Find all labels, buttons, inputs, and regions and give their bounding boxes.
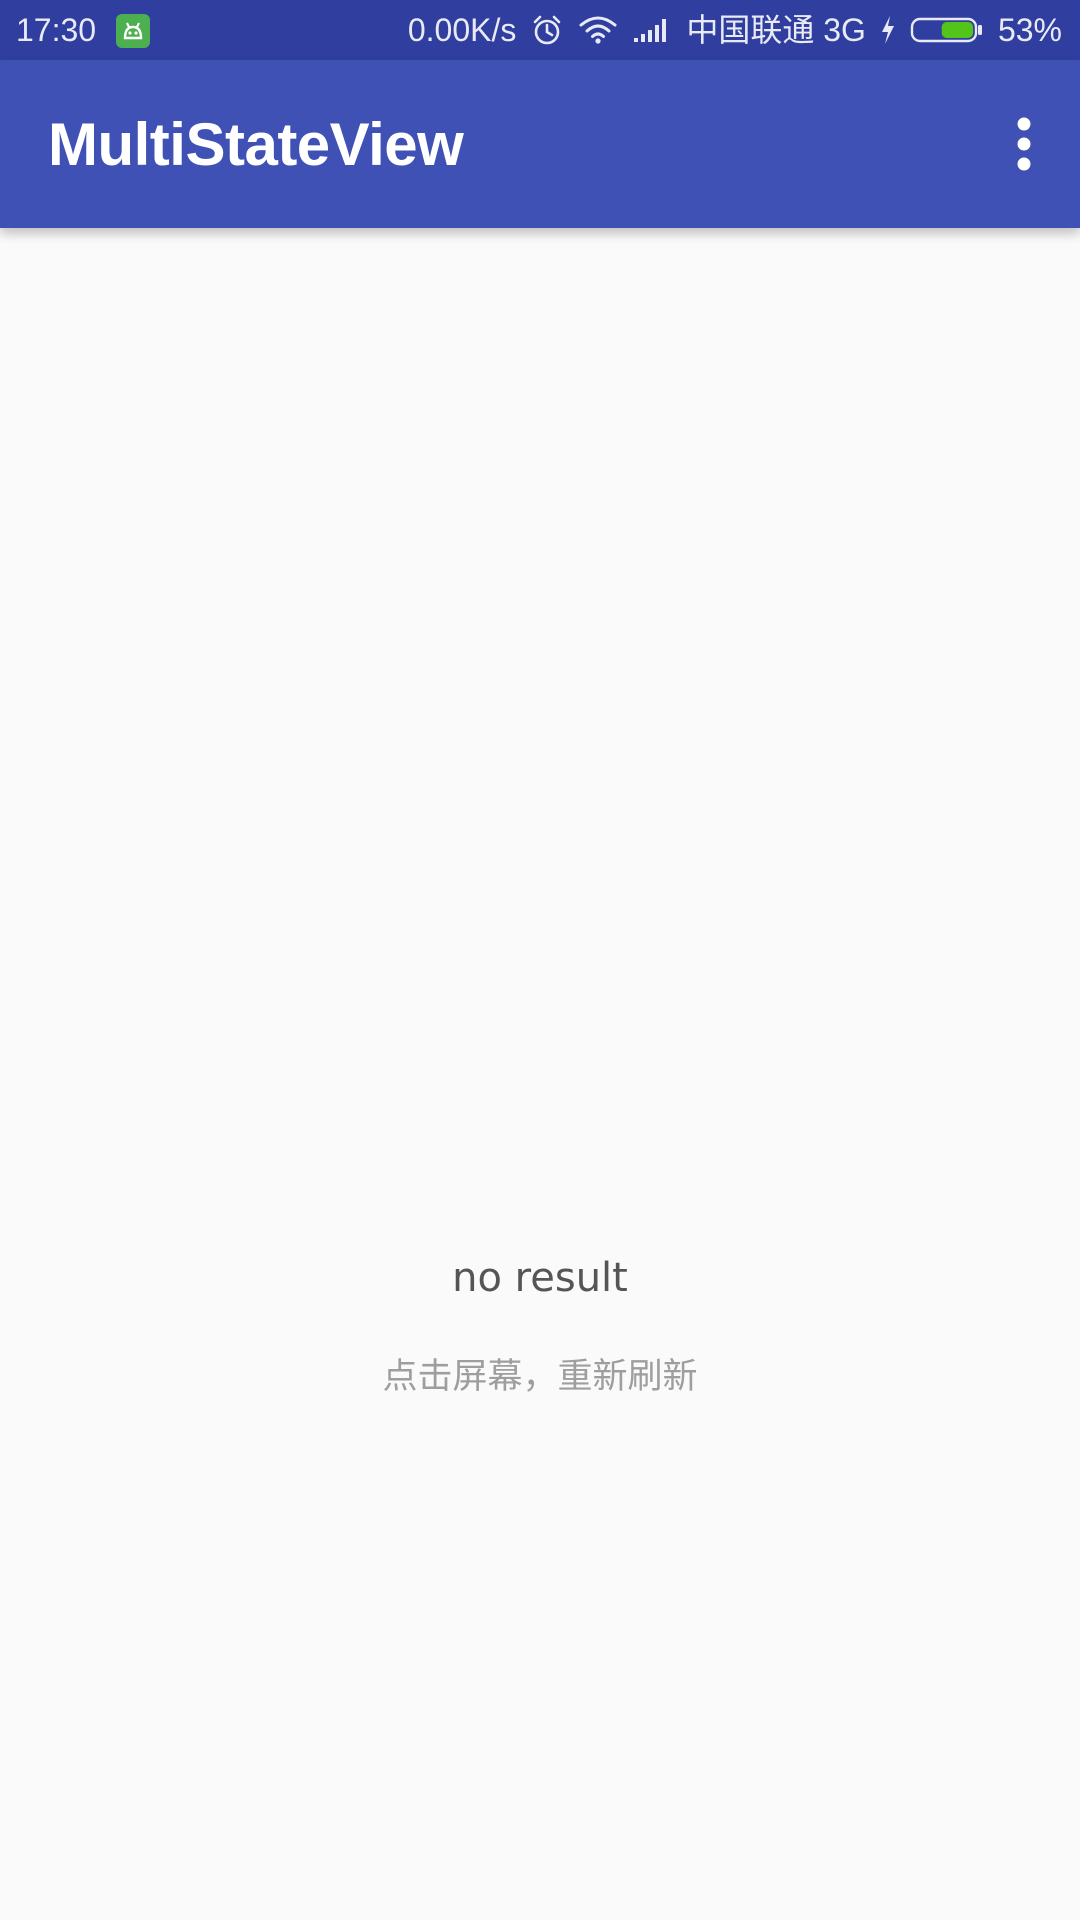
alarm-icon [530, 13, 564, 47]
app-bar: MultiStateView [0, 60, 1080, 228]
more-vert-icon [1017, 117, 1031, 171]
battery-icon [910, 15, 984, 45]
empty-state-view[interactable]: no result 点击屏幕，重新刷新 [0, 228, 1080, 1920]
empty-state-title: no result [452, 1255, 628, 1301]
wifi-icon [578, 14, 618, 46]
android-notification-icon [116, 14, 150, 48]
charging-bolt-icon [880, 15, 896, 45]
status-time: 17:30 [16, 12, 97, 48]
empty-state-hint: 点击屏幕，重新刷新 [382, 1357, 698, 1397]
signal-icon [632, 16, 672, 44]
status-bar: 17:30 0.00K/s 中国联通 3G 53% [0, 0, 1080, 60]
overflow-menu-button[interactable] [996, 112, 1052, 176]
app-title: MultiStateView [48, 111, 464, 178]
status-right-group: 0.00K/s 中国联通 3G 53% [408, 10, 1062, 50]
network-speed: 0.00K/s [407, 12, 517, 48]
carrier-name: 中国联通 3G [686, 12, 866, 48]
battery-percent: 53% [997, 12, 1062, 48]
battery-fill [941, 22, 973, 38]
